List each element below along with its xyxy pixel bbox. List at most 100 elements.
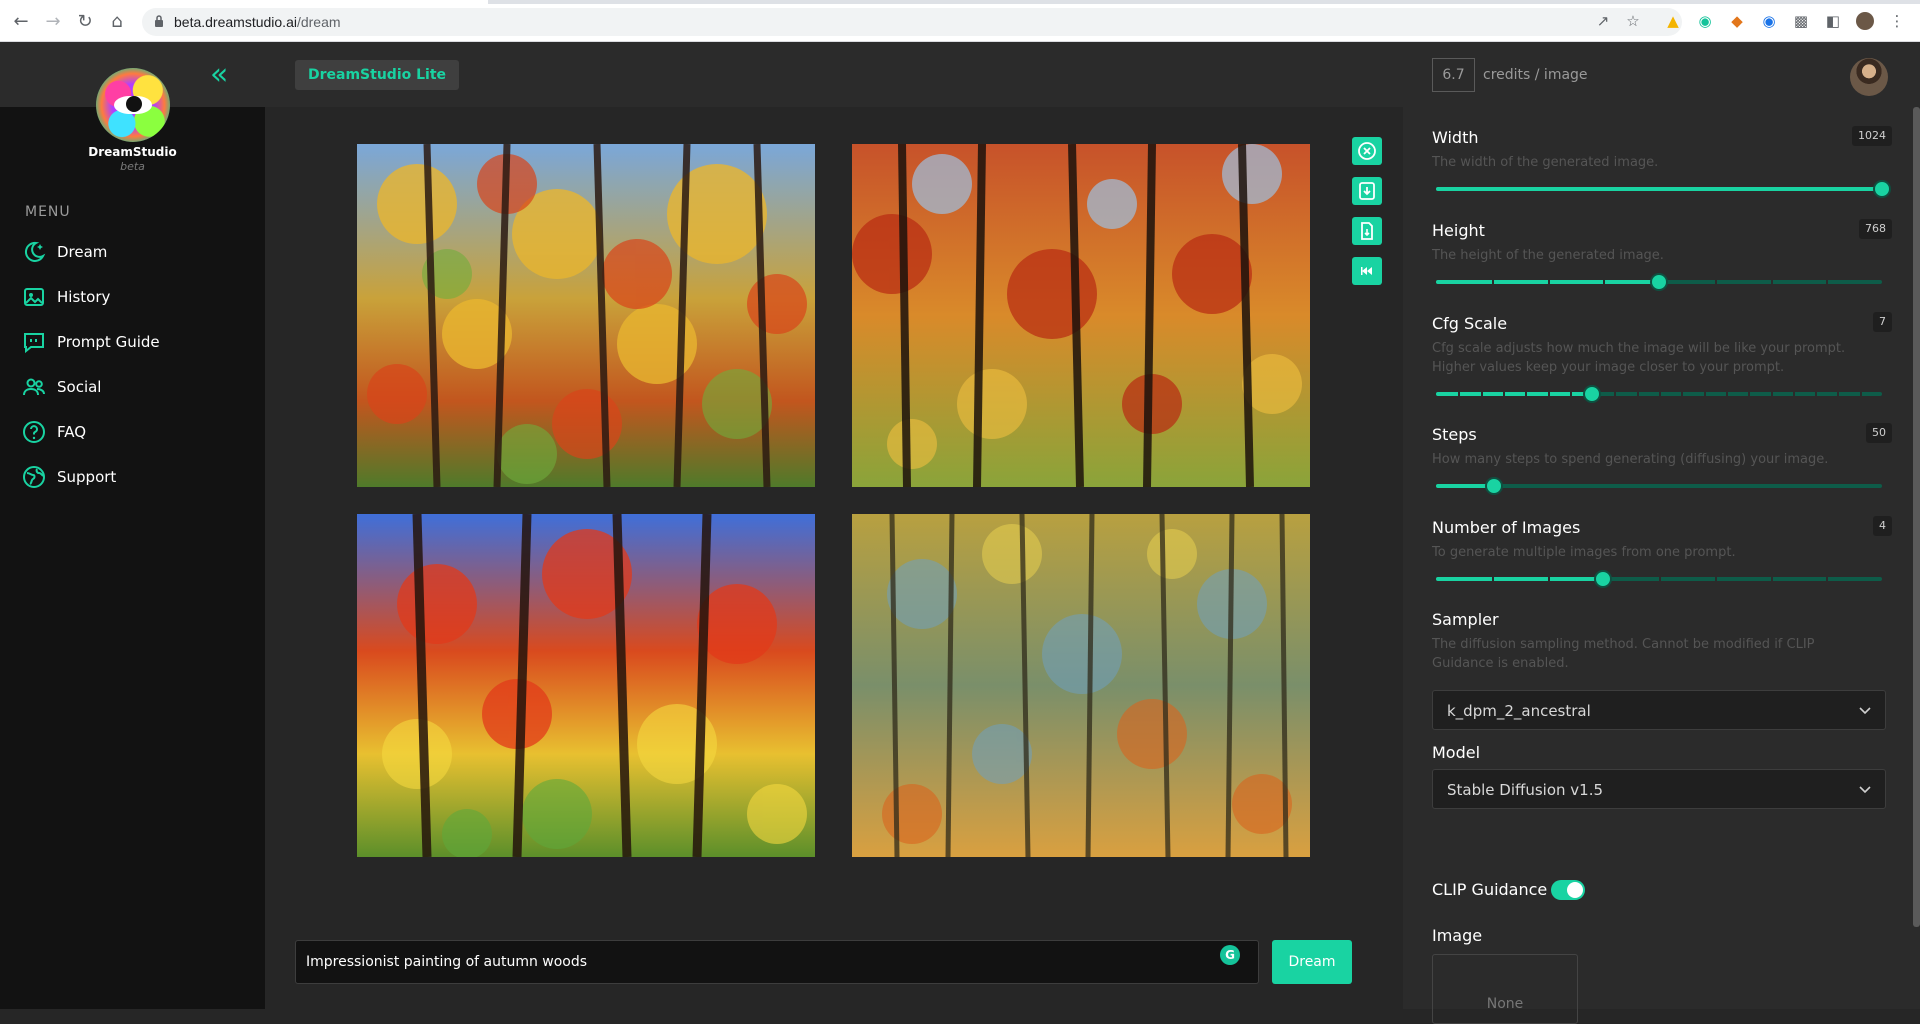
collapse-sidebar-icon[interactable]: « [210, 60, 228, 90]
slider-tick [1548, 577, 1550, 581]
sidepanel-icon[interactable]: ◧ [1824, 12, 1842, 30]
slider-thumb[interactable] [1650, 273, 1668, 291]
cfg-scale-slider[interactable] [1436, 385, 1882, 403]
model-select[interactable]: Stable Diffusion v1.5 [1432, 769, 1886, 809]
sidebar-item-label: History [57, 288, 111, 306]
generated-image-1[interactable] [357, 144, 815, 487]
extension-icon[interactable]: ◉ [1760, 12, 1778, 30]
dreamstudio-logo-icon[interactable] [96, 68, 170, 142]
address-bar[interactable]: beta.dreamstudio.ai/dream [142, 8, 1682, 36]
sidebar: « DreamStudio beta MENU Dream History Pr… [0, 42, 265, 1009]
home-icon[interactable]: ⌂ [106, 11, 128, 33]
slider-tick [1837, 392, 1839, 396]
kebab-menu-icon[interactable]: ⋮ [1888, 12, 1906, 30]
rewind-icon [1361, 267, 1372, 275]
slider-tick [1771, 280, 1773, 284]
sidebar-item-prompt-guide[interactable]: Prompt Guide [22, 328, 252, 358]
steps-slider[interactable] [1436, 477, 1882, 495]
sidebar-item-dream[interactable]: Dream [22, 238, 252, 268]
sidebar-item-social[interactable]: Social [22, 373, 252, 403]
slider-thumb[interactable] [1873, 180, 1891, 198]
height-control: Height 768 The height of the generated i… [1432, 219, 1892, 291]
panel-scrollbar[interactable] [1913, 107, 1920, 927]
sidebar-item-faq[interactable]: FAQ [22, 418, 252, 448]
users-icon [23, 378, 45, 396]
lock-icon [155, 15, 163, 27]
grammarly-icon[interactable]: G [1220, 945, 1240, 965]
clip-guidance-label: CLIP Guidance [1432, 880, 1548, 899]
slider-tick [1570, 392, 1572, 396]
credits-label: credits / image [1483, 67, 1588, 83]
number-of-images-slider[interactable] [1436, 570, 1882, 588]
puzzle-icon[interactable]: ▩ [1792, 12, 1810, 30]
star-icon[interactable]: ☆ [1624, 12, 1642, 30]
init-image-dropzone[interactable]: None [1432, 954, 1578, 1024]
model-label: Model [1432, 743, 1481, 762]
sidebar-item-history[interactable]: History [22, 283, 252, 313]
sampler-value: k_dpm_2_ancestral [1447, 702, 1591, 720]
rewind-button[interactable] [1352, 257, 1382, 285]
chevron-down-icon [1859, 707, 1871, 715]
prompt-field[interactable]: G [295, 940, 1259, 984]
globe-icon [23, 466, 45, 488]
main-area: DreamStudio Lite Impressionist painting … [265, 42, 1403, 1009]
slider-thumb[interactable] [1583, 385, 1601, 403]
share-icon[interactable]: ↗ [1594, 12, 1612, 30]
brand-sub: beta [120, 160, 145, 173]
forward-icon[interactable]: → [42, 11, 64, 33]
height-slider[interactable] [1436, 273, 1882, 291]
download-button[interactable] [1352, 177, 1382, 205]
height-value: 768 [1859, 219, 1892, 239]
model-control: Model [1432, 743, 1892, 765]
width-label: Width [1432, 128, 1479, 147]
slider-tick [1715, 577, 1717, 581]
panel-header [1403, 42, 1920, 107]
back-icon[interactable]: ← [10, 11, 32, 33]
autumn-woods-painting [852, 514, 1310, 857]
width-control: Width 1024 The width of the generated im… [1432, 126, 1892, 198]
sidebar-item-label: Dream [57, 243, 108, 261]
slider-tick [1704, 392, 1706, 396]
slider-tick [1815, 392, 1817, 396]
sidebar-item-support[interactable]: Support [22, 463, 252, 493]
dream-button[interactable]: Dream [1272, 940, 1352, 984]
slider-tick [1503, 392, 1505, 396]
dreamstudio-app: « DreamStudio beta MENU Dream History Pr… [0, 42, 1920, 1024]
steps-value: 50 [1866, 423, 1892, 443]
chevron-down-icon [1859, 786, 1871, 794]
generated-image-2[interactable] [852, 144, 1310, 487]
steps-description: How many steps to spend generating (diff… [1432, 452, 1829, 467]
width-slider[interactable] [1436, 180, 1891, 198]
slider-tick [1726, 392, 1728, 396]
sidebar-item-label: Social [57, 378, 102, 396]
url-host: beta.dreamstudio.ai [174, 14, 297, 30]
init-image-label: Image [1432, 926, 1483, 945]
sampler-description: The diffusion sampling method. Cannot be… [1432, 637, 1815, 671]
grammarly-icon[interactable]: ◉ [1696, 12, 1714, 30]
slider-tick [1748, 392, 1750, 396]
download-file-button[interactable] [1352, 217, 1382, 245]
profile-avatar-icon[interactable] [1856, 12, 1874, 30]
slider-tick [1492, 280, 1494, 284]
slider-tick [1659, 392, 1661, 396]
drive-icon[interactable]: ▲ [1664, 12, 1682, 30]
generated-image-3[interactable] [357, 514, 815, 857]
active-tab[interactable] [0, 0, 488, 4]
app-badge: DreamStudio Lite [295, 60, 460, 90]
slider-thumb[interactable] [1485, 477, 1503, 495]
reload-icon[interactable]: ↻ [74, 11, 96, 33]
cfg-scale-value: 7 [1873, 312, 1892, 332]
sampler-control: Sampler The diffusion sampling method. C… [1432, 610, 1892, 690]
generated-image-4[interactable] [852, 514, 1310, 857]
close-circle-icon [1358, 142, 1376, 160]
metamask-icon[interactable]: ◆ [1728, 12, 1746, 30]
slider-tick [1860, 392, 1862, 396]
autumn-woods-painting [852, 144, 1310, 487]
prompt-input[interactable] [306, 941, 1206, 983]
clip-guidance-toggle[interactable] [1551, 880, 1585, 900]
width-value: 1024 [1852, 126, 1892, 146]
avatar[interactable] [1850, 58, 1888, 96]
slider-thumb[interactable] [1594, 570, 1612, 588]
clear-button[interactable] [1352, 137, 1382, 165]
sampler-select[interactable]: k_dpm_2_ancestral [1432, 690, 1886, 730]
